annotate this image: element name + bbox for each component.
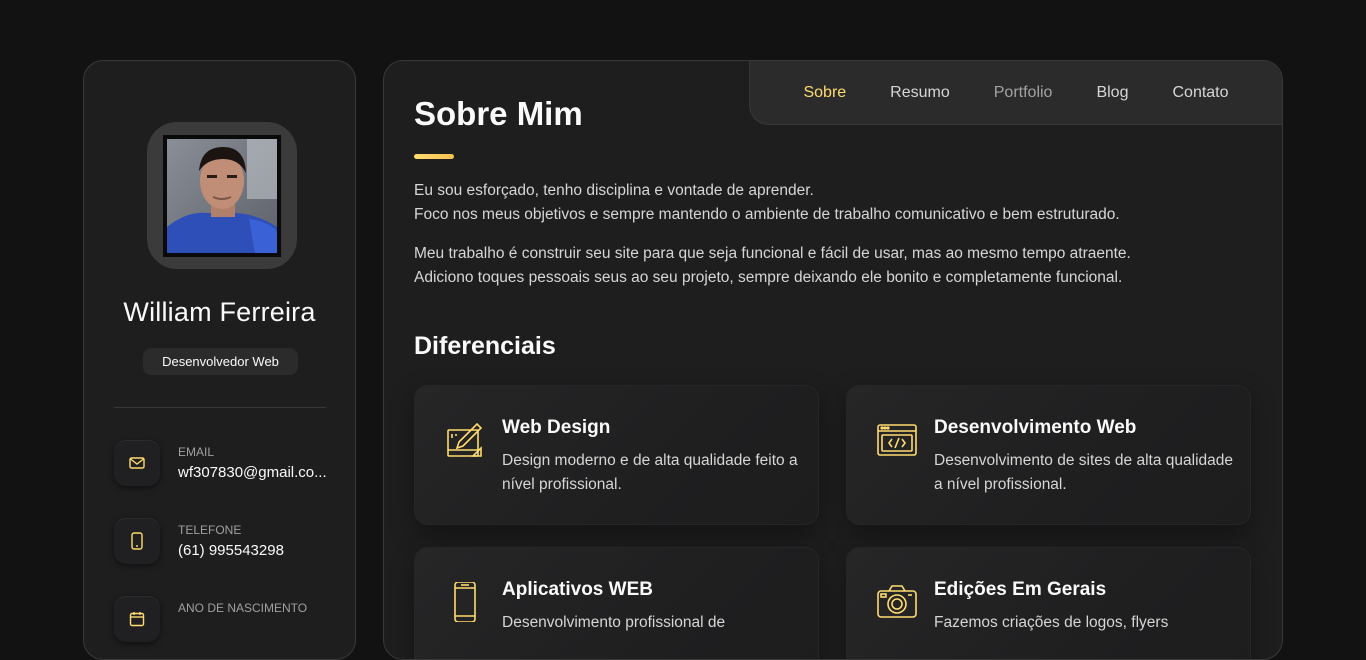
contact-phone[interactable]: TELEFONE (61) 995543298 [114,518,334,564]
service-card-web-design: Web Design Design moderno e de alta qual… [414,385,819,525]
service-desc: Design moderno e de alta qualidade feito… [502,452,798,493]
smartphone-icon [445,581,485,623]
sidebar-separator [114,407,326,408]
service-card-web-apps: Aplicativos WEB Desenvolvimento profissi… [414,547,819,659]
navbar: Sobre Resumo Portfolio Blog Contato [749,61,1282,125]
contact-phone-value[interactable]: (61) 995543298 [178,542,328,559]
contact-email[interactable]: EMAIL wf307830@gmail.co... [114,440,334,486]
main-panel: Sobre Resumo Portfolio Blog Contato Sobr… [383,60,1283,660]
about-line: Foco nos meus objetivos e sempre mantend… [414,206,1120,223]
avatar-photo-image [167,138,277,253]
mail-icon [114,440,160,486]
avatar-photo [163,134,281,257]
design-icon [445,420,485,460]
profile-title-badge: Desenvolvedor Web [143,348,298,375]
sidebar: William Ferreira Desenvolvedor Web EMAIL… [83,60,356,660]
code-window-icon [877,420,917,460]
service-title: Web Design [502,417,611,438]
about-paragraph: Meu trabalho é construir seu site para q… [414,242,1254,290]
about-line: Meu trabalho é construir seu site para q… [414,245,1131,262]
avatar [147,122,297,269]
contact-email-label: EMAIL [178,445,215,459]
title-underline [414,154,454,159]
service-desc: Desenvolvimento de sites de alta qualida… [934,452,1233,493]
phone-icon [114,518,160,564]
contact-email-value[interactable]: wf307830@gmail.co... [178,464,328,481]
nav-link-sobre[interactable]: Sobre [781,84,868,102]
service-card-web-development: Desenvolvimento Web Desenvolvimento de s… [846,385,1251,525]
profile-name: William Ferreira [123,297,316,327]
service-card-general-editing: Edições Em Gerais Fazemos criações de lo… [846,547,1251,659]
about-text: Eu sou esforçado, tenho disciplina e von… [414,179,1254,305]
nav-link-blog[interactable]: Blog [1074,84,1150,102]
nav-link-portfolio[interactable]: Portfolio [972,84,1075,102]
service-title: Edições Em Gerais [934,579,1107,600]
service-desc: Desenvolvimento profissional de [502,614,726,631]
nav-link-resumo[interactable]: Resumo [868,84,972,102]
about-line: Eu sou esforçado, tenho disciplina e von… [414,182,814,199]
service-title: Aplicativos WEB [502,579,653,600]
contact-phone-label: TELEFONE [178,523,242,537]
contact-birth-year-label: ANO DE NASCIMENTO [178,601,308,615]
section-title: Diferenciais [414,332,556,360]
page-title: Sobre Mim [414,95,583,132]
about-line: Adiciono toques pessoais seus ao seu pro… [414,269,1123,286]
about-paragraph: Eu sou esforçado, tenho disciplina e von… [414,179,1254,227]
contact-birth-year: ANO DE NASCIMENTO [114,596,334,642]
calendar-icon [114,596,160,642]
service-desc: Fazemos criações de logos, flyers [934,614,1169,631]
nav-link-contato[interactable]: Contato [1150,84,1250,102]
camera-icon [877,582,917,622]
service-title: Desenvolvimento Web [934,417,1137,438]
